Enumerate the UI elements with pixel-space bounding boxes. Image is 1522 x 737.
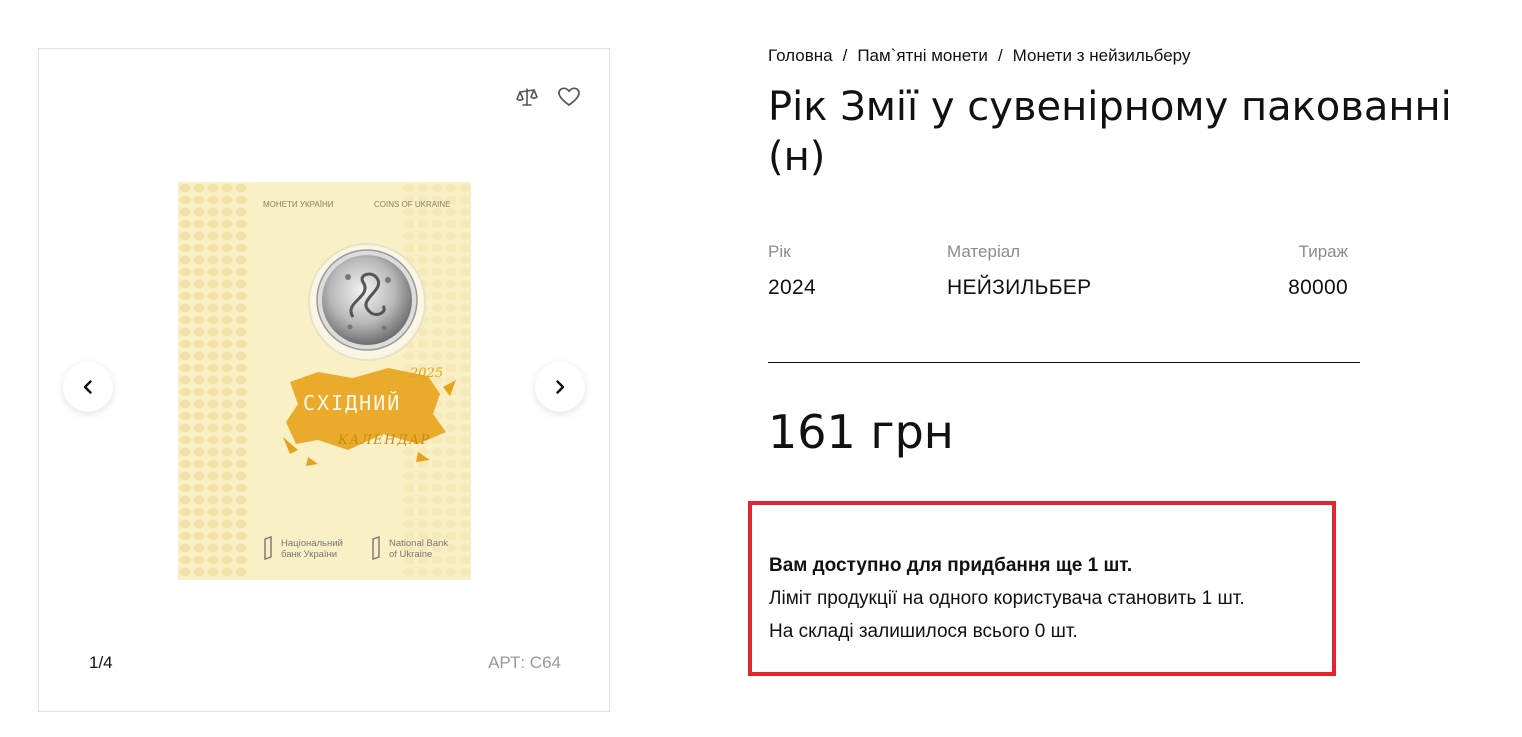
chevron-right-icon xyxy=(556,380,565,394)
prev-image-button[interactable] xyxy=(63,362,113,412)
spec-mintage: Тираж 80000 xyxy=(1288,242,1348,300)
product-price: 161 грн xyxy=(768,405,954,459)
packaging-bank-en-line2: of Ukraine xyxy=(389,549,432,560)
packaging-year: 2025 xyxy=(409,366,443,381)
product-gallery: МОНЕТИ УКРАЇНИ COINS OF UKRAINE 2025 СХІ… xyxy=(38,48,610,712)
product-image[interactable]: МОНЕТИ УКРАЇНИ COINS OF UKRAINE 2025 СХІ… xyxy=(178,182,471,580)
spec-mintage-value: 80000 xyxy=(1288,276,1348,299)
spec-material-value: НЕЙЗИЛЬБЕР xyxy=(947,276,1092,299)
breadcrumb-subcategory[interactable]: Монети з нейзильберу xyxy=(1013,46,1191,66)
compare-button[interactable] xyxy=(513,83,541,111)
packaging-bank-ua-line1: Національний xyxy=(281,538,343,549)
notice-limit: Ліміт продукції на одного користувача ст… xyxy=(769,588,1245,609)
favorite-button[interactable] xyxy=(555,83,583,111)
divider xyxy=(768,362,1360,363)
heart-icon xyxy=(558,87,580,106)
notice-available: Вам доступно для придбання ще 1 шт. xyxy=(769,555,1133,576)
packaging-bank-en-line1: National Bank xyxy=(389,538,448,549)
breadcrumb-separator: / xyxy=(997,46,1003,65)
product-specs: Рік 2024 Матеріал НЕЙЗИЛЬБЕР Тираж 80000 xyxy=(768,242,1348,306)
breadcrumb-category[interactable]: Пам`ятні монети xyxy=(857,46,988,66)
chevron-left-icon xyxy=(83,380,92,394)
packaging-logo-subtitle: КАЛЕНДАР xyxy=(337,433,431,448)
spec-year: Рік 2024 xyxy=(768,242,816,300)
packaging-top-left: МОНЕТИ УКРАЇНИ xyxy=(263,200,334,209)
spec-year-label: Рік xyxy=(768,242,791,261)
breadcrumb: Головна / Пам`ятні монети / Монети з ней… xyxy=(768,46,1190,66)
product-title: Рік Змії у сувенірному пакованні (н) xyxy=(768,84,1452,180)
packaging-top-right: COINS OF UKRAINE xyxy=(374,200,450,209)
packaging-logo-title: СХІДНИЙ xyxy=(303,391,401,415)
purchase-limit-notice: Вам доступно для придбання ще 1 шт. Лімі… xyxy=(748,501,1336,676)
image-counter: 1/4 xyxy=(89,653,113,672)
notice-stock: На складі залишилося всього 0 шт. xyxy=(769,621,1078,642)
spec-material-label: Матеріал xyxy=(947,242,1021,261)
breadcrumb-home[interactable]: Головна xyxy=(768,46,833,66)
scales-icon xyxy=(516,88,538,106)
breadcrumb-separator: / xyxy=(842,46,848,65)
packaging-bank-ua-line2: банк України xyxy=(281,549,337,560)
spec-mintage-label: Тираж xyxy=(1298,242,1348,261)
spec-year-value: 2024 xyxy=(768,276,816,299)
next-image-button[interactable] xyxy=(535,362,585,412)
product-sku: АРТ: С64 xyxy=(488,653,561,672)
spec-material: Матеріал НЕЙЗИЛЬБЕР xyxy=(947,242,1091,300)
